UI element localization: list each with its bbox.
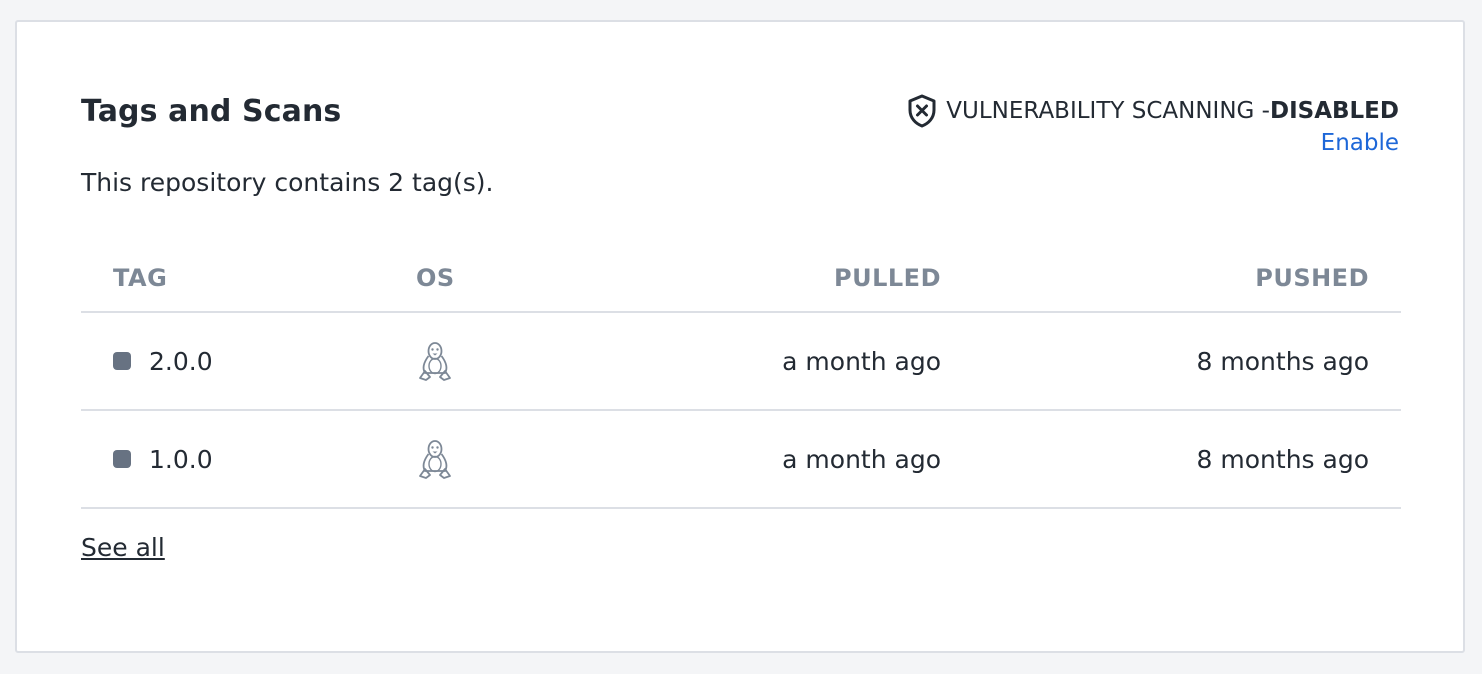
os-cell: [416, 340, 596, 382]
tag-cell: 1.0.0: [81, 445, 416, 474]
pushed-time: 8 months ago: [1196, 346, 1369, 376]
pushed-time: 8 months ago: [1196, 444, 1369, 474]
see-all-link[interactable]: See all: [81, 533, 165, 562]
column-header-os: OS: [416, 264, 455, 292]
column-header-tag: TAG: [113, 264, 168, 292]
shield-x-icon: [906, 94, 938, 128]
repository-summary: This repository contains 2 tag(s).: [81, 168, 494, 197]
tag-name[interactable]: 1.0.0: [149, 445, 213, 474]
scanning-state: DISABLED: [1269, 98, 1399, 124]
tag-status-icon: [113, 352, 131, 370]
linux-icon: [416, 340, 454, 382]
vulnerability-scanning-status: VULNERABILITY SCANNING - DISABLED: [906, 94, 1399, 128]
tags-table: TAG OS PULLED PUSHED 2.0.0 a month ago 8…: [81, 245, 1401, 509]
os-cell: [416, 438, 596, 480]
enable-scanning-link[interactable]: Enable: [1321, 130, 1399, 156]
tag-name[interactable]: 2.0.0: [149, 347, 213, 376]
pulled-time: a month ago: [782, 346, 941, 376]
tags-and-scans-panel: Tags and Scans VULNERABILITY SCANNING - …: [15, 20, 1465, 653]
tag-status-icon: [113, 450, 131, 468]
panel-title: Tags and Scans: [81, 94, 342, 129]
scanning-label: VULNERABILITY SCANNING -: [946, 98, 1270, 124]
table-header: TAG OS PULLED PUSHED: [81, 245, 1401, 313]
column-header-pulled: PULLED: [834, 264, 941, 292]
table-row[interactable]: 2.0.0 a month ago 8 months ago: [81, 313, 1401, 411]
table-row[interactable]: 1.0.0 a month ago 8 months ago: [81, 411, 1401, 509]
tag-cell: 2.0.0: [81, 347, 416, 376]
column-header-pushed: PUSHED: [1255, 264, 1369, 292]
linux-icon: [416, 438, 454, 480]
pulled-time: a month ago: [782, 444, 941, 474]
